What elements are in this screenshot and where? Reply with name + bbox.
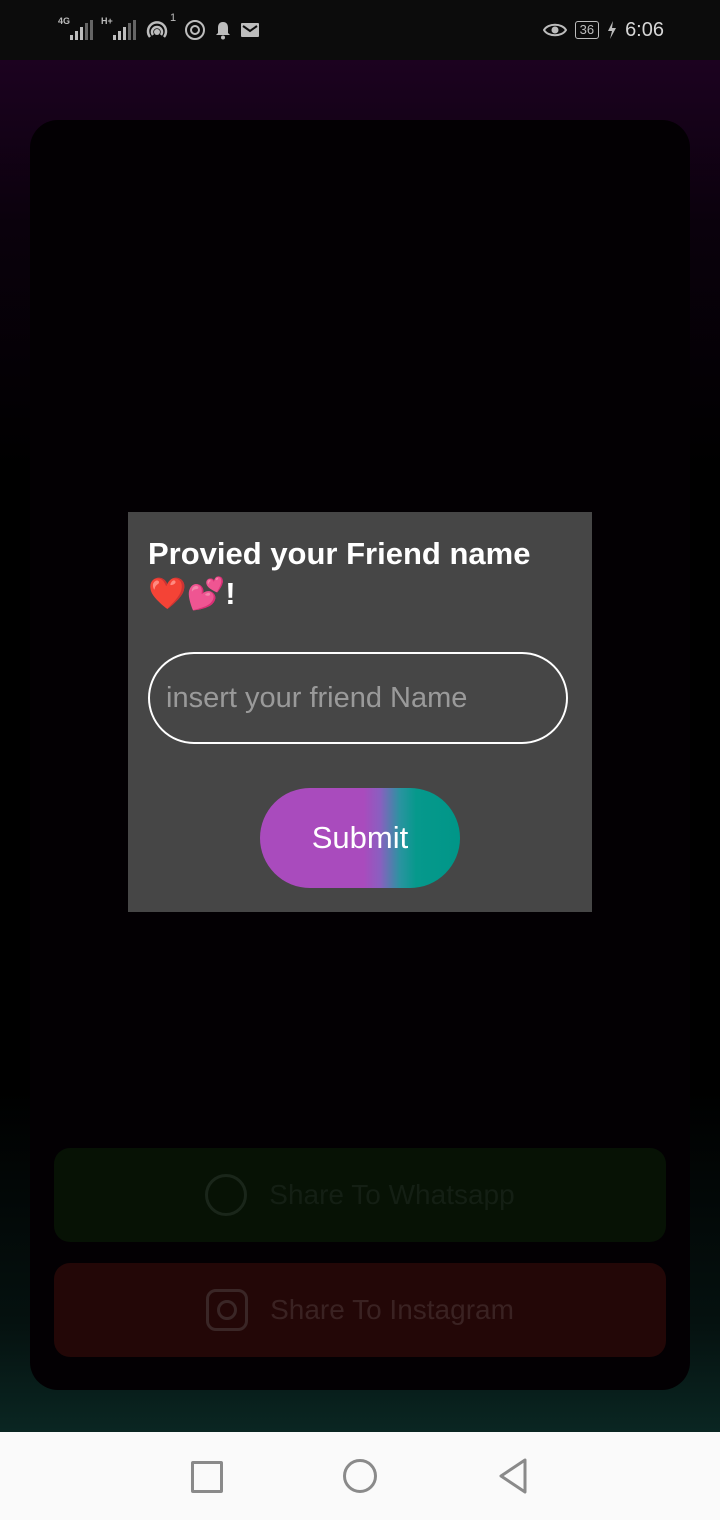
dialog-title: Provied your Friend name ❤️💕! bbox=[148, 536, 531, 611]
bell-icon bbox=[216, 22, 231, 40]
share-instagram-label: Share To Instagram bbox=[270, 1294, 514, 1325]
submit-button[interactable]: Submit bbox=[260, 788, 460, 888]
friend-name-dialog: Provied your Friend name ❤️💕! Submit bbox=[128, 512, 592, 912]
navigation-bar bbox=[0, 1432, 720, 1520]
signal-icon: H+ bbox=[101, 16, 136, 40]
notification-count: 1 bbox=[170, 12, 177, 24]
eye-icon bbox=[542, 23, 567, 37]
battery-icon: 36 bbox=[574, 21, 600, 39]
friend-name-input[interactable] bbox=[148, 652, 568, 744]
home-icon[interactable] bbox=[343, 1459, 377, 1493]
signal-icon: 4G bbox=[58, 16, 93, 40]
hotspot-icon bbox=[146, 21, 168, 38]
network-type-label: 4G bbox=[58, 16, 71, 26]
back-icon[interactable] bbox=[497, 1458, 529, 1494]
share-whatsapp-label: Share To Whatsapp bbox=[269, 1179, 515, 1210]
status-right: 36 6:06 bbox=[542, 14, 664, 46]
mail-icon bbox=[241, 23, 260, 37]
share-whatsapp-button[interactable]: Share To Whatsapp bbox=[54, 1148, 666, 1242]
network-type-label: H+ bbox=[101, 16, 113, 26]
status-left: 4G H+ 1 bbox=[58, 12, 260, 46]
screen: 4G H+ 1 36 6:06 Share To Whatsapp Share … bbox=[0, 0, 720, 1520]
clock: 6:06 bbox=[625, 18, 664, 41]
recent-apps-icon[interactable] bbox=[191, 1461, 223, 1493]
nfc-icon bbox=[185, 20, 206, 40]
status-bar: 4G H+ 1 36 6:06 bbox=[0, 0, 720, 60]
instagram-icon bbox=[206, 1289, 249, 1331]
share-instagram-button[interactable]: Share To Instagram bbox=[54, 1263, 666, 1357]
whatsapp-icon bbox=[205, 1174, 248, 1216]
charging-icon bbox=[608, 21, 617, 39]
